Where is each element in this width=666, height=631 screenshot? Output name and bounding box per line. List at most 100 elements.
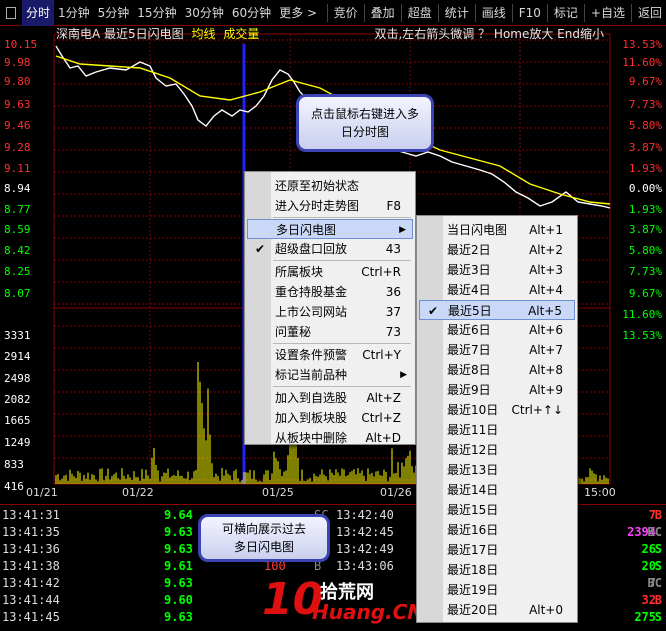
menu-item[interactable]: 重仓持股基金 36 xyxy=(247,282,413,302)
menu-item[interactable]: 从板块中删除 Alt+D xyxy=(247,428,413,448)
menu-item-shortcut: Ctrl+Z xyxy=(361,411,401,425)
tick-flag: B xyxy=(654,593,662,607)
menu-item-label: 当日闪电图 xyxy=(447,223,508,237)
submenu-item[interactable]: 最近20日 Alt+0 xyxy=(419,600,575,620)
mark-button[interactable]: 标记 xyxy=(550,0,582,26)
submenu-item[interactable]: 最近8日 Alt+8 xyxy=(419,360,575,380)
tab-5min[interactable]: 5分钟 xyxy=(94,0,134,26)
submenu-item[interactable]: 最近11日 xyxy=(419,420,575,440)
tick-flag: S xyxy=(654,559,662,573)
menu-item[interactable]: 设置条件预警 Ctrl+Y xyxy=(247,345,413,365)
submenu-item[interactable]: 最近10日 Ctrl+↑↓ xyxy=(419,400,575,420)
menu-item-label: 最近16日 xyxy=(447,523,499,537)
submenu-item[interactable]: 当日闪电图 Alt+1 xyxy=(419,220,575,240)
menu-item-shortcut: Ctrl+↑↓ xyxy=(511,403,563,417)
left-axis-label: 9.98 xyxy=(4,56,31,69)
avg-legend: 均线 xyxy=(191,27,216,41)
right-axis-label: 9.67% xyxy=(628,75,662,88)
left-axis-label: 9.63 xyxy=(4,98,31,111)
menu-item-shortcut: Alt+Z xyxy=(366,391,401,405)
menu-item-shortcut: Alt+6 xyxy=(529,323,563,337)
left-axis-label: 3331 xyxy=(4,329,31,342)
menu-item-label: 还原至初始状态 xyxy=(275,179,360,193)
left-axis-label: 9.11 xyxy=(4,162,31,175)
f10-button[interactable]: F10 xyxy=(515,0,545,26)
left-axis-label: 8.42 xyxy=(4,244,31,257)
overlay-button[interactable]: 叠加 xyxy=(367,0,399,26)
right-axis-label: 1.93% xyxy=(628,203,662,216)
submenu-item[interactable]: 最近15日 xyxy=(419,500,575,520)
tick-time: 13:41:31 xyxy=(2,508,60,522)
right-axis-label: 3.87% xyxy=(628,223,662,236)
date-label: 01/22 xyxy=(122,486,154,499)
window-icon[interactable] xyxy=(6,6,16,19)
menu-item[interactable]: 进入分时走势图 F8 xyxy=(247,196,413,216)
submenu-item[interactable]: 最近9日 Alt+9 xyxy=(419,380,575,400)
stock-name: 深南电A xyxy=(56,27,101,41)
menu-item-shortcut: Alt+4 xyxy=(529,283,563,297)
left-axis-label: 1665 xyxy=(4,414,31,427)
submenu-item[interactable]: 最近7日 Alt+7 xyxy=(419,340,575,360)
menu-item-label: 加入到自选股 xyxy=(275,391,348,405)
add-watchlist-button[interactable]: +自选 xyxy=(587,0,629,26)
tick-flag: BC xyxy=(647,576,662,590)
right-axis-label: 9.67% xyxy=(628,287,662,300)
right-axis: 13.53% 11.60% 9.67% 7.73% 5.80% 3.87% 1.93% 0.0… xyxy=(608,26,662,504)
back-button[interactable]: 返回 xyxy=(634,0,666,26)
stats-button[interactable]: 统计 xyxy=(441,0,473,26)
menu-item[interactable]: ✔ 超级盘口回放 43 xyxy=(247,239,413,259)
menu-item-label: 最近19日 xyxy=(447,583,499,597)
context-menu: 还原至初始状态进入分时走势图 F8 多日闪电图 ▶ ✔ 超级盘口回放 43 所属板块 Ctrl+… xyxy=(244,171,416,445)
top-toolbar: 分时 1分钟 5分钟 15分钟 30分钟 60分钟 更多 > 竞价 叠加 超盘 … xyxy=(0,0,666,26)
submenu-item[interactable]: 最近18日 xyxy=(419,560,575,580)
menu-item[interactable]: 标记当前品种 ▶ xyxy=(247,365,413,385)
draw-button[interactable]: 画线 xyxy=(478,0,510,26)
menu-item-label: 最近13日 xyxy=(447,463,499,477)
menu-item-label: 最近4日 xyxy=(447,283,491,297)
tab-1min[interactable]: 1分钟 xyxy=(54,0,94,26)
right-axis-label: 11.60% xyxy=(622,56,662,69)
tab-more[interactable]: 更多 > xyxy=(275,0,321,26)
menu-item-label: 最近12日 xyxy=(447,443,499,457)
menu-item[interactable]: 所属板块 Ctrl+R xyxy=(247,262,413,282)
submenu-item[interactable]: 最近14日 xyxy=(419,480,575,500)
multiday-submenu: 当日闪电图 Alt+1 最近2日 Alt+2 最近3日 Alt+3 最近4日 Alt+4 ✔ 最近… xyxy=(416,215,578,623)
submenu-item[interactable]: 最近3日 Alt+3 xyxy=(419,260,575,280)
menu-item[interactable]: 加入到板块股 Ctrl+Z xyxy=(247,408,413,428)
menu-item[interactable]: 问董秘 73 xyxy=(247,322,413,342)
left-axis-label: 9.28 xyxy=(4,141,31,154)
menu-item-shortcut: 43 xyxy=(385,242,401,256)
submenu-item[interactable]: 最近17日 xyxy=(419,540,575,560)
submenu-item[interactable]: 最近13日 xyxy=(419,460,575,480)
menu-item-label: 最近9日 xyxy=(447,383,491,397)
menu-item-label: 标记当前品种 xyxy=(275,368,348,382)
volume-legend: 成交量 xyxy=(223,27,260,41)
submenu-item[interactable]: ✔ 最近5日 Alt+5 xyxy=(419,300,575,320)
submenu-item[interactable]: 最近12日 xyxy=(419,440,575,460)
menu-item[interactable]: 上市公司网站 37 xyxy=(247,302,413,322)
submenu-item[interactable]: 最近19日 xyxy=(419,580,575,600)
menu-item[interactable]: 多日闪电图 ▶ xyxy=(247,219,413,239)
submenu-item[interactable]: 最近6日 Alt+6 xyxy=(419,320,575,340)
tab-30min[interactable]: 30分钟 xyxy=(181,0,228,26)
tick-price: 9.63 xyxy=(164,542,193,556)
tab-fenshi[interactable]: 分时 xyxy=(22,0,55,26)
submenu-item[interactable]: 最近16日 xyxy=(419,520,575,540)
menu-item[interactable]: 加入到自选股 Alt+Z xyxy=(247,388,413,408)
left-axis-label: 2498 xyxy=(4,372,31,385)
chart-legend: 深南电A 最近5日闪电图 均线 成交量 xyxy=(56,26,259,42)
tab-60min[interactable]: 60分钟 xyxy=(228,0,275,26)
submenu-item[interactable]: 最近2日 Alt+2 xyxy=(419,240,575,260)
super-button[interactable]: 超盘 xyxy=(404,0,436,26)
menu-item-label: 进入分时走势图 xyxy=(275,199,360,213)
menu-item[interactable]: 还原至初始状态 xyxy=(247,176,413,196)
menu-item-shortcut: Alt+D xyxy=(365,431,401,445)
callout-right-click: 点击鼠标右键进入多日分时图 xyxy=(296,94,434,152)
left-axis-label: 9.46 xyxy=(4,119,31,132)
auction-button[interactable]: 竞价 xyxy=(330,0,362,26)
tick-time: 13:41:38 xyxy=(2,559,60,573)
right-axis-label: 13.53% xyxy=(622,329,662,342)
submenu-item[interactable]: 最近4日 Alt+4 xyxy=(419,280,575,300)
left-axis: 10.15 9.98 9.80 9.63 9.46 9.28 9.11 8.94 8.77 8.5… xyxy=(4,26,54,504)
tab-15min[interactable]: 15分钟 xyxy=(133,0,180,26)
